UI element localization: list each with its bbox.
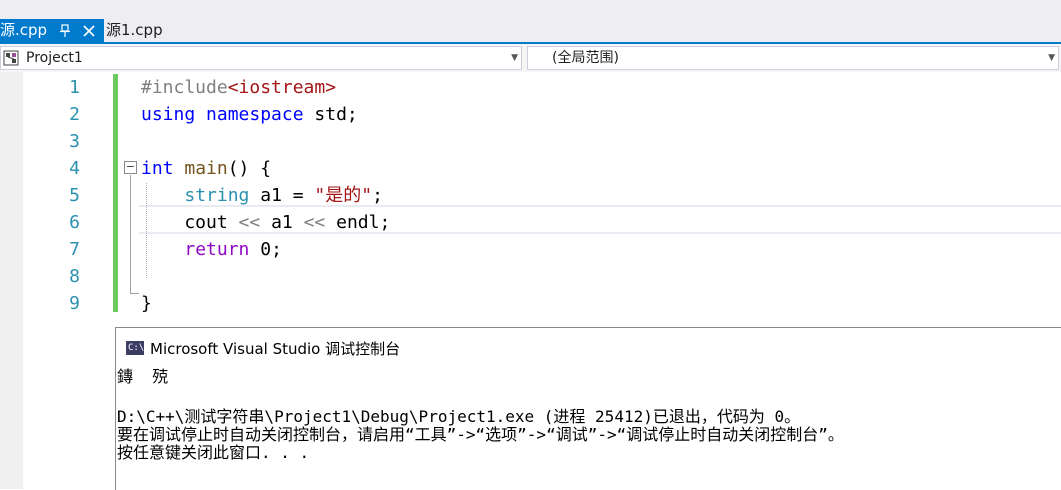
- close-icon[interactable]: [83, 19, 95, 42]
- line-number: 6: [69, 212, 80, 233]
- line-number: 3: [69, 131, 80, 152]
- tab-label: 源1.cpp: [106, 21, 163, 39]
- console-output-line: D:\C++\测试字符串\Project1\Debug\Project1.exe…: [117, 407, 801, 426]
- code-token: <iostream>: [227, 77, 337, 98]
- tab-source1-cpp[interactable]: 源1.cpp: [106, 19, 163, 42]
- scope-name: (全局范围): [552, 50, 619, 66]
- code-token: "是的": [314, 185, 373, 206]
- line-number: 4: [69, 158, 80, 179]
- code-token: <<: [238, 212, 261, 233]
- code-token: ;: [372, 185, 383, 206]
- line-number: 7: [69, 239, 80, 260]
- project-icon: [3, 50, 19, 66]
- console-app-icon: C:\: [126, 341, 144, 355]
- console-output-line: 鏄 殑: [117, 367, 169, 386]
- console-titlebar[interactable]: C:\ Microsoft Visual Studio 调试控制台: [116, 328, 1061, 364]
- code-token: <<: [303, 212, 326, 233]
- code-line[interactable]: #include<iostream>: [141, 74, 336, 101]
- code-token: () {: [227, 158, 272, 179]
- code-token: using: [141, 104, 196, 125]
- code-token: 0;: [249, 239, 282, 260]
- code-line[interactable]: int main() {: [141, 155, 271, 182]
- console-output-line: 要在调试停止时自动关闭控制台，请启用“工具”->“选项”->“调试”->“调试停…: [117, 425, 844, 444]
- line-number: 8: [69, 266, 80, 287]
- project-name: Project1: [26, 50, 83, 66]
- change-tracking-bar: [113, 74, 118, 312]
- tab-source-cpp[interactable]: 源.cpp: [0, 19, 104, 42]
- code-line[interactable]: cout << a1 << endl;: [141, 209, 390, 236]
- line-number: 2: [69, 104, 80, 125]
- console-output-line: 按任意键关闭此窗口. . .: [117, 443, 310, 462]
- outline-end: [130, 293, 139, 294]
- code-token: namespace: [206, 104, 304, 125]
- collapse-icon[interactable]: −: [124, 161, 137, 174]
- navigation-bar: Project1 ▼ (全局范围) ▼: [0, 44, 1061, 72]
- chevron-down-icon[interactable]: ▼: [1048, 47, 1055, 69]
- outline-line: [130, 175, 131, 293]
- console-icon-text: C:\: [128, 343, 145, 353]
- console-title: Microsoft Visual Studio 调试控制台: [150, 340, 401, 358]
- code-line[interactable]: }: [141, 290, 152, 317]
- code-token: return: [184, 239, 250, 260]
- code-token: endl;: [325, 212, 391, 233]
- chevron-down-icon[interactable]: ▼: [511, 47, 518, 69]
- code-line[interactable]: return 0;: [141, 236, 282, 263]
- code-token: main: [184, 158, 228, 179]
- selection-margin: [0, 72, 23, 489]
- code-token: #include: [141, 77, 228, 98]
- code-token: std;: [303, 104, 358, 125]
- project-dropdown[interactable]: Project1 ▼: [0, 46, 522, 70]
- code-token: }: [141, 293, 152, 314]
- code-line[interactable]: string a1 = "是的";: [141, 182, 383, 209]
- scope-dropdown[interactable]: (全局范围) ▼: [527, 46, 1059, 70]
- line-number: 9: [69, 293, 80, 314]
- document-tab-strip: 源.cpp 源1.cpp: [0, 0, 1061, 42]
- code-token: a1: [260, 212, 304, 233]
- code-token: string: [184, 185, 250, 206]
- line-number: 5: [69, 185, 80, 206]
- code-line[interactable]: using namespace std;: [141, 101, 358, 128]
- code-token: cout: [141, 212, 239, 233]
- pin-icon[interactable]: [59, 19, 71, 42]
- debug-console-window[interactable]: C:\ Microsoft Visual Studio 调试控制台 鏄 殑 D:\…: [115, 327, 1061, 490]
- code-token: a1 =: [249, 185, 315, 206]
- tab-label: 源.cpp: [0, 21, 48, 39]
- line-number: 1: [69, 77, 80, 98]
- code-token: int: [141, 158, 174, 179]
